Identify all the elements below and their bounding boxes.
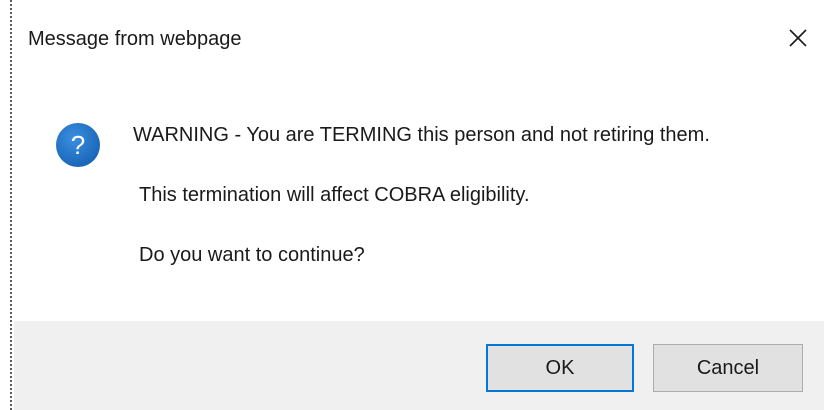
question-icon: ? — [56, 123, 100, 167]
svg-text:?: ? — [71, 130, 85, 160]
cobra-message: This termination will affect COBRA eligi… — [139, 184, 530, 206]
close-button[interactable] — [778, 18, 818, 58]
window-edge — [0, 0, 12, 410]
warning-message: WARNING - You are TERMING this person an… — [133, 124, 710, 146]
confirm-question: Do you want to continue? — [139, 244, 365, 266]
dialog-titlebar: Message from webpage — [14, 0, 824, 78]
message-dialog: Message from webpage ? WARNING - You are… — [0, 0, 824, 410]
cancel-button[interactable]: Cancel — [653, 344, 803, 392]
ok-button[interactable]: OK — [486, 344, 634, 392]
close-icon — [789, 29, 807, 47]
dialog-content: ? WARNING - You are TERMING this person … — [14, 78, 824, 321]
dialog-footer: OK Cancel — [14, 321, 824, 410]
dialog-title: Message from webpage — [28, 28, 242, 50]
